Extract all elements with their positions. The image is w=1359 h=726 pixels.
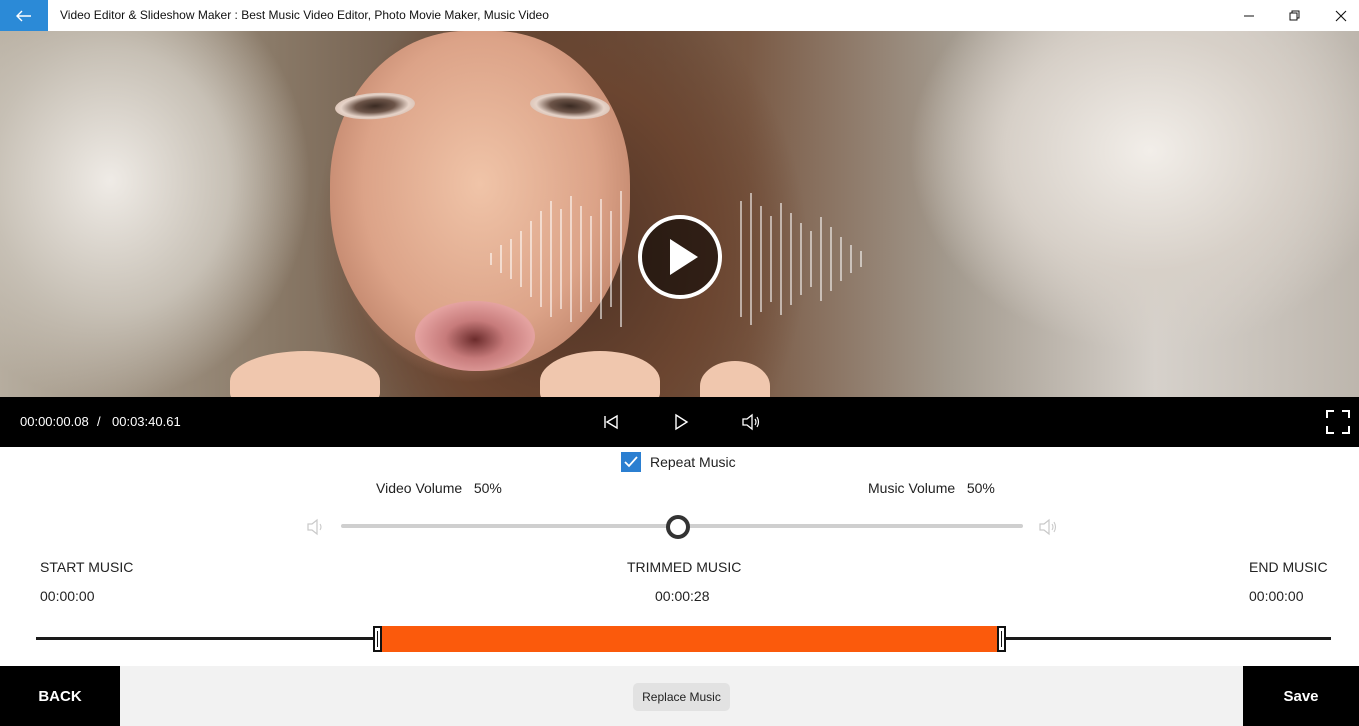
volume-balance-thumb[interactable] xyxy=(666,515,690,539)
video-frame-detail xyxy=(700,361,770,397)
close-icon xyxy=(1335,10,1347,21)
trimmed-music-time: 00:00:28 xyxy=(655,588,710,604)
video-frame-detail xyxy=(415,301,535,371)
title-bar: Video Editor & Slideshow Maker : Best Mu… xyxy=(0,0,1359,31)
video-volume-value: 50% xyxy=(473,480,502,496)
arrow-left-icon xyxy=(16,10,31,21)
play-button[interactable] xyxy=(668,409,694,435)
bottom-action-bar: BACK Replace Music Save xyxy=(0,666,1359,726)
trim-end-handle[interactable] xyxy=(997,626,1006,652)
trimmed-range[interactable] xyxy=(379,626,1001,652)
start-music-label: START MUSIC xyxy=(40,559,134,575)
video-volume-icon xyxy=(307,518,322,536)
volume-button[interactable] xyxy=(738,409,764,435)
repeat-music-label: Repeat Music xyxy=(650,454,736,470)
time-separator: / xyxy=(97,414,101,429)
video-frame-detail xyxy=(230,351,380,397)
current-time: 00:00:00.08 xyxy=(20,414,89,429)
checkmark-icon xyxy=(624,456,638,468)
trim-start-handle[interactable] xyxy=(373,626,382,652)
play-overlay-icon[interactable] xyxy=(636,215,724,299)
total-time: 00:03:40.61 xyxy=(112,414,181,429)
end-music-time: 00:00:00 xyxy=(1249,588,1304,604)
back-button[interactable]: BACK xyxy=(0,666,120,726)
repeat-music-row: Repeat Music xyxy=(621,452,736,472)
fullscreen-icon xyxy=(1326,410,1350,434)
window-title: Video Editor & Slideshow Maker : Best Mu… xyxy=(60,8,549,22)
volume-icon xyxy=(742,413,760,431)
replace-music-button[interactable]: Replace Music xyxy=(633,683,730,711)
start-music-time: 00:00:00 xyxy=(40,588,95,604)
save-button[interactable]: Save xyxy=(1243,666,1359,726)
skip-back-icon xyxy=(604,414,618,430)
skip-back-button[interactable] xyxy=(598,409,624,435)
restore-icon xyxy=(1289,10,1300,20)
video-frame-detail xyxy=(540,351,660,397)
window-back-button[interactable] xyxy=(0,0,48,31)
music-volume-label: Music Volume 50% xyxy=(868,480,995,496)
minimize-icon xyxy=(1244,15,1254,16)
video-preview[interactable] xyxy=(0,31,1359,397)
music-volume-icon xyxy=(1039,518,1057,536)
minimize-button[interactable] xyxy=(1226,0,1272,31)
music-volume-value: 50% xyxy=(966,480,995,496)
restore-button[interactable] xyxy=(1272,0,1318,31)
trimmed-music-label: TRIMMED MUSIC xyxy=(627,559,742,575)
repeat-music-checkbox[interactable] xyxy=(621,452,641,472)
close-button[interactable] xyxy=(1318,0,1359,31)
fullscreen-button[interactable] xyxy=(1325,409,1351,435)
play-icon xyxy=(675,413,689,431)
player-control-bar: 00:00:00.08 / 00:03:40.61 xyxy=(0,397,1359,447)
end-music-label: END MUSIC xyxy=(1249,559,1328,575)
video-volume-label: Video Volume 50% xyxy=(376,480,502,496)
